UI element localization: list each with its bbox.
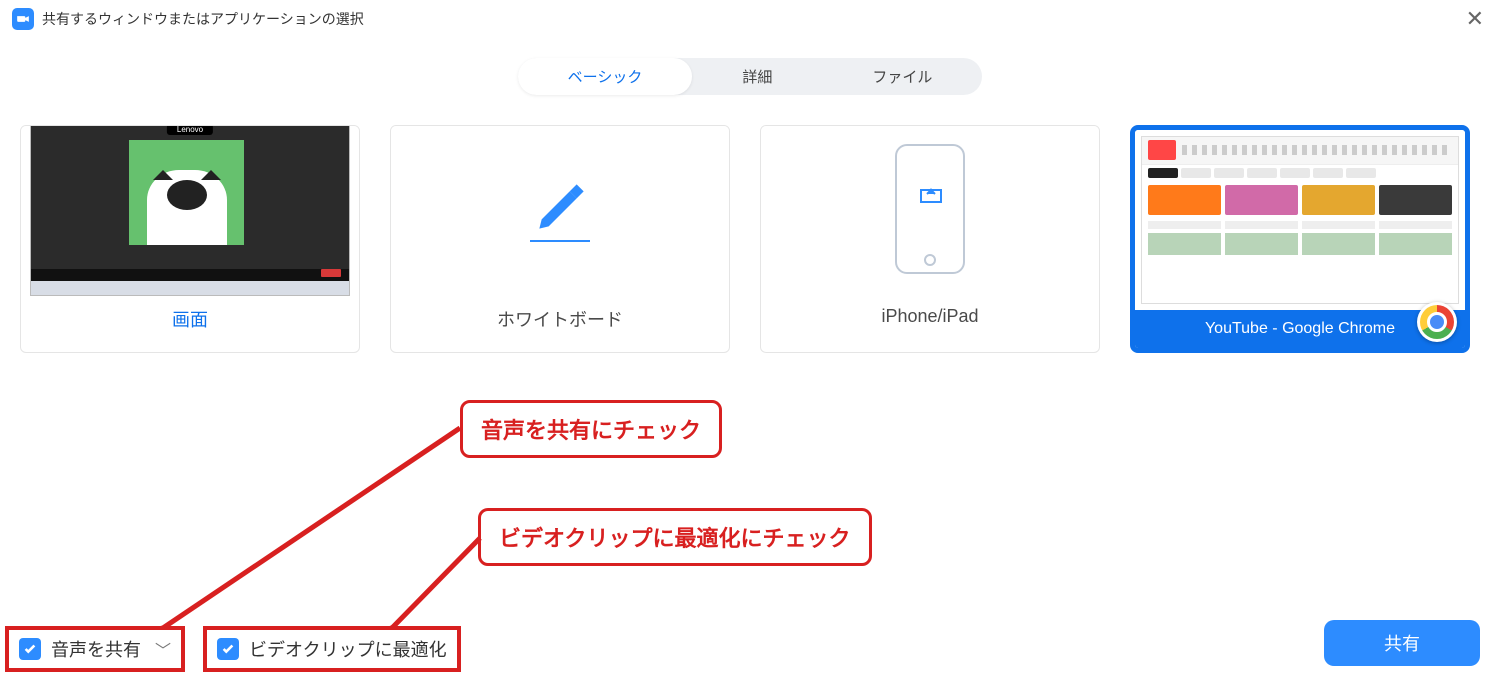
chrome-thumbnail: [1135, 130, 1465, 310]
tab-basic[interactable]: ベーシック: [518, 58, 693, 95]
annotation-audio: 音声を共有にチェック: [460, 400, 722, 458]
whiteboard-label: ホワイトボード: [391, 291, 729, 347]
share-button[interactable]: 共有: [1324, 620, 1480, 666]
window-header: 共有するウィンドウまたはアプリケーションの選択 ✕: [0, 0, 1500, 38]
screen-thumbnail: Lenovo: [30, 125, 350, 296]
optimize-video-control: ビデオクリップに最適化: [203, 626, 461, 672]
optimize-video-label: ビデオクリップに最適化: [249, 636, 447, 662]
iphone-label: iPhone/iPad: [761, 291, 1099, 342]
phone-icon: [895, 144, 965, 274]
window-title: 共有するウィンドウまたはアプリケーションの選択: [42, 9, 364, 29]
tab-advanced[interactable]: 詳細: [692, 58, 822, 95]
share-option-whiteboard[interactable]: ホワイトボード: [390, 125, 730, 353]
share-option-screen[interactable]: Lenovo 画面: [20, 125, 360, 353]
tab-bar: ベーシック 詳細 ファイル: [0, 58, 1500, 95]
chrome-label: YouTube - Google Chrome: [1135, 310, 1465, 348]
share-options-grid: Lenovo 画面 ホワイトボード iPhone/iPad: [0, 95, 1500, 363]
screen-label: 画面: [21, 291, 359, 347]
share-option-iphone[interactable]: iPhone/iPad: [760, 125, 1100, 353]
share-audio-label: 音声を共有: [51, 636, 141, 662]
chevron-down-icon[interactable]: ﹀: [155, 637, 171, 661]
device-pill: Lenovo: [167, 125, 213, 135]
optimize-video-checkbox[interactable]: [217, 638, 239, 660]
share-audio-checkbox[interactable]: [19, 638, 41, 660]
share-option-chrome[interactable]: YouTube - Google Chrome: [1130, 125, 1470, 353]
chrome-icon: [1417, 302, 1457, 342]
zoom-logo-icon: [12, 8, 34, 30]
close-icon[interactable]: ✕: [1466, 8, 1484, 30]
pencil-icon: [530, 175, 590, 242]
annotation-video: ビデオクリップに最適化にチェック: [478, 508, 872, 566]
tab-files[interactable]: ファイル: [822, 58, 982, 95]
share-audio-control: 音声を共有 ﹀: [5, 626, 185, 672]
annotation-arrow-audio: [100, 420, 470, 650]
